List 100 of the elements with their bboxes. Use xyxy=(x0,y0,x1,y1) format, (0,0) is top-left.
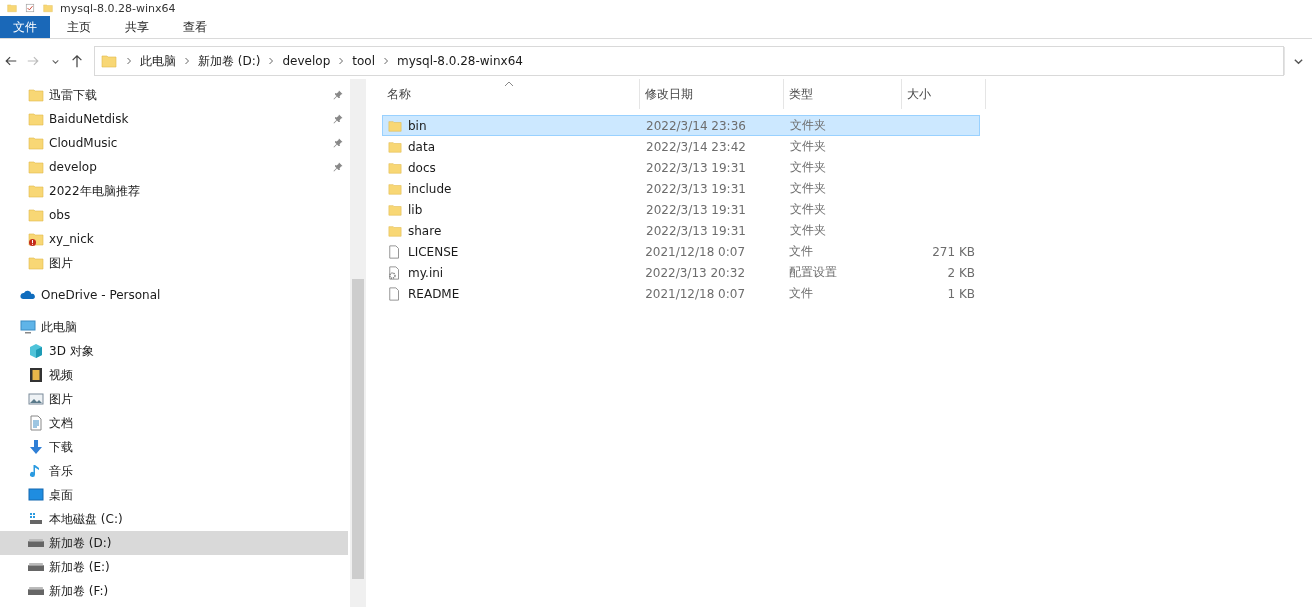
date-cell-text: 2021/12/18 0:07 xyxy=(644,286,747,301)
sort-caret-icon xyxy=(504,81,514,87)
type-cell-text: 配置设置 xyxy=(787,264,838,281)
file-row[interactable]: data 2022/3/14 23:42 文件夹 xyxy=(382,136,980,157)
file-name: share xyxy=(408,223,442,238)
up-icon xyxy=(70,54,84,68)
cube-icon xyxy=(28,343,44,359)
sidebar-item[interactable]: develop xyxy=(0,155,348,179)
forward-icon xyxy=(26,54,40,68)
sidebar-item[interactable]: 下载 xyxy=(0,435,348,459)
sidebar-item[interactable]: 本地磁盘 (C:) xyxy=(0,507,348,531)
document-icon xyxy=(28,415,44,431)
checkmark-icon[interactable] xyxy=(24,3,36,13)
sidebar-item[interactable]: obs xyxy=(0,203,348,227)
folder-icon xyxy=(28,255,44,271)
drive-icon xyxy=(28,563,44,571)
column-header[interactable]: 名称 xyxy=(382,79,640,109)
type-cell-text: 文件夹 xyxy=(789,180,827,197)
type-cell-text: 文件夹 xyxy=(789,222,827,239)
column-header[interactable]: 大小 xyxy=(902,79,986,109)
date-cell-text: 2022/3/13 19:31 xyxy=(645,223,747,238)
desktop-icon xyxy=(28,487,44,503)
folder-icon xyxy=(101,53,117,69)
breadcrumb[interactable]: develop xyxy=(278,54,335,68)
date-cell-text: 2022/3/13 19:31 xyxy=(645,202,747,217)
size-cell-text: 271 KB xyxy=(931,244,976,259)
file-name: data xyxy=(408,139,436,154)
folder-icon xyxy=(28,159,44,175)
sidebar-item[interactable]: 音乐 xyxy=(0,459,348,483)
chevron-right-icon xyxy=(337,57,346,65)
breadcrumb[interactable]: 此电脑 xyxy=(136,52,180,70)
ribbon-tab[interactable]: 查看 xyxy=(166,16,224,38)
sidebar-item[interactable]: OneDrive - Personal xyxy=(0,283,348,307)
chevron-right-icon xyxy=(183,57,191,65)
folder-icon[interactable] xyxy=(6,3,18,13)
sidebar-item[interactable]: 文档 xyxy=(0,411,348,435)
sidebar-item[interactable]: 新加卷 (D:) xyxy=(0,531,348,555)
chevron-right-icon xyxy=(125,57,133,65)
date-cell-text: 2022/3/14 23:42 xyxy=(645,139,747,154)
sidebar-item[interactable]: xy_nick xyxy=(0,227,348,251)
window-title: mysql-8.0.28-winx64 xyxy=(60,1,176,15)
sidebar-item[interactable]: 新加卷 (F:) xyxy=(0,579,348,603)
column-header[interactable]: 类型 xyxy=(784,79,902,109)
date-cell-text: 2022/3/13 19:31 xyxy=(645,181,747,196)
sidebar-item[interactable]: BaiduNetdisk xyxy=(0,107,348,131)
file-row[interactable]: README 2021/12/18 0:07 文件 1 KB xyxy=(382,283,980,304)
column-header[interactable]: 修改日期 xyxy=(640,79,784,109)
file-name: my.ini xyxy=(408,265,444,280)
file-row[interactable]: LICENSE 2021/12/18 0:07 文件 271 KB xyxy=(382,241,980,262)
sidebar-item[interactable]: 桌面 xyxy=(0,483,348,507)
date-cell-text: 2022/3/14 23:36 xyxy=(645,118,747,133)
file-name: docs xyxy=(408,160,436,175)
file-name: LICENSE xyxy=(408,244,459,259)
ribbon-tab[interactable]: 共享 xyxy=(108,16,166,38)
chevron-right-icon xyxy=(267,57,276,65)
sidebar-item[interactable]: 迅雷下载 xyxy=(0,83,348,107)
folder-icon[interactable] xyxy=(42,3,54,13)
sidebar-item[interactable]: CloudMusic xyxy=(0,131,348,155)
file-row[interactable]: lib 2022/3/13 19:31 文件夹 xyxy=(382,199,980,220)
file-row[interactable]: my.ini 2022/3/13 20:32 配置设置 2 KB xyxy=(382,262,980,283)
folder-icon xyxy=(28,183,44,199)
chevron-right-icon xyxy=(382,57,390,65)
file-icon xyxy=(388,243,402,260)
sidebar-item[interactable]: 图片 xyxy=(0,387,348,411)
breadcrumb[interactable]: tool xyxy=(348,54,379,68)
scrollbar[interactable] xyxy=(350,79,366,607)
monitor-icon xyxy=(20,319,36,335)
folder-icon xyxy=(28,135,44,151)
file-name: README xyxy=(408,286,460,301)
sidebar-item[interactable]: 新加卷 (E:) xyxy=(0,555,348,579)
folder-icon xyxy=(28,207,44,223)
file-name: bin xyxy=(408,118,427,133)
sidebar-item[interactable]: 2022年电脑推荐 xyxy=(0,179,348,203)
file-row[interactable]: include 2022/3/13 19:31 文件夹 xyxy=(382,178,980,199)
sidebar-item[interactable]: 3D 对象 xyxy=(0,339,348,363)
type-cell-text: 文件夹 xyxy=(789,201,827,218)
address-field[interactable]: 此电脑 新加卷 (D:) develop tool mysql-8.0.28-winx64 xyxy=(94,46,1284,76)
date-cell-text: 2021/12/18 0:07 xyxy=(644,244,747,259)
file-row[interactable]: bin 2022/3/14 23:36 文件夹 xyxy=(382,115,980,136)
scrollbar-thumb[interactable] xyxy=(352,279,364,579)
folder-warning-icon xyxy=(28,231,44,247)
ribbon-tab[interactable]: 主页 xyxy=(50,16,108,38)
sidebar-item[interactable]: 此电脑 xyxy=(0,315,348,339)
folder-icon xyxy=(28,87,44,103)
file-name: include xyxy=(408,181,452,196)
size-cell-text: 1 KB xyxy=(946,286,976,301)
file-row[interactable]: docs 2022/3/13 19:31 文件夹 xyxy=(382,157,980,178)
breadcrumb[interactable]: mysql-8.0.28-winx64 xyxy=(393,54,527,68)
back-icon xyxy=(4,54,18,68)
sidebar-item[interactable]: 图片 xyxy=(0,251,348,275)
breadcrumb[interactable]: 新加卷 (D:) xyxy=(194,52,265,70)
type-cell-text: 文件 xyxy=(787,285,814,302)
folder-icon xyxy=(28,111,44,127)
ribbon-tab[interactable]: 文件 xyxy=(0,16,50,38)
picture-icon xyxy=(28,391,44,407)
sidebar-item[interactable]: 视频 xyxy=(0,363,348,387)
file-name: lib xyxy=(408,202,423,217)
film-icon xyxy=(28,367,44,383)
file-row[interactable]: share 2022/3/13 19:31 文件夹 xyxy=(382,220,980,241)
drive-icon xyxy=(28,511,44,527)
